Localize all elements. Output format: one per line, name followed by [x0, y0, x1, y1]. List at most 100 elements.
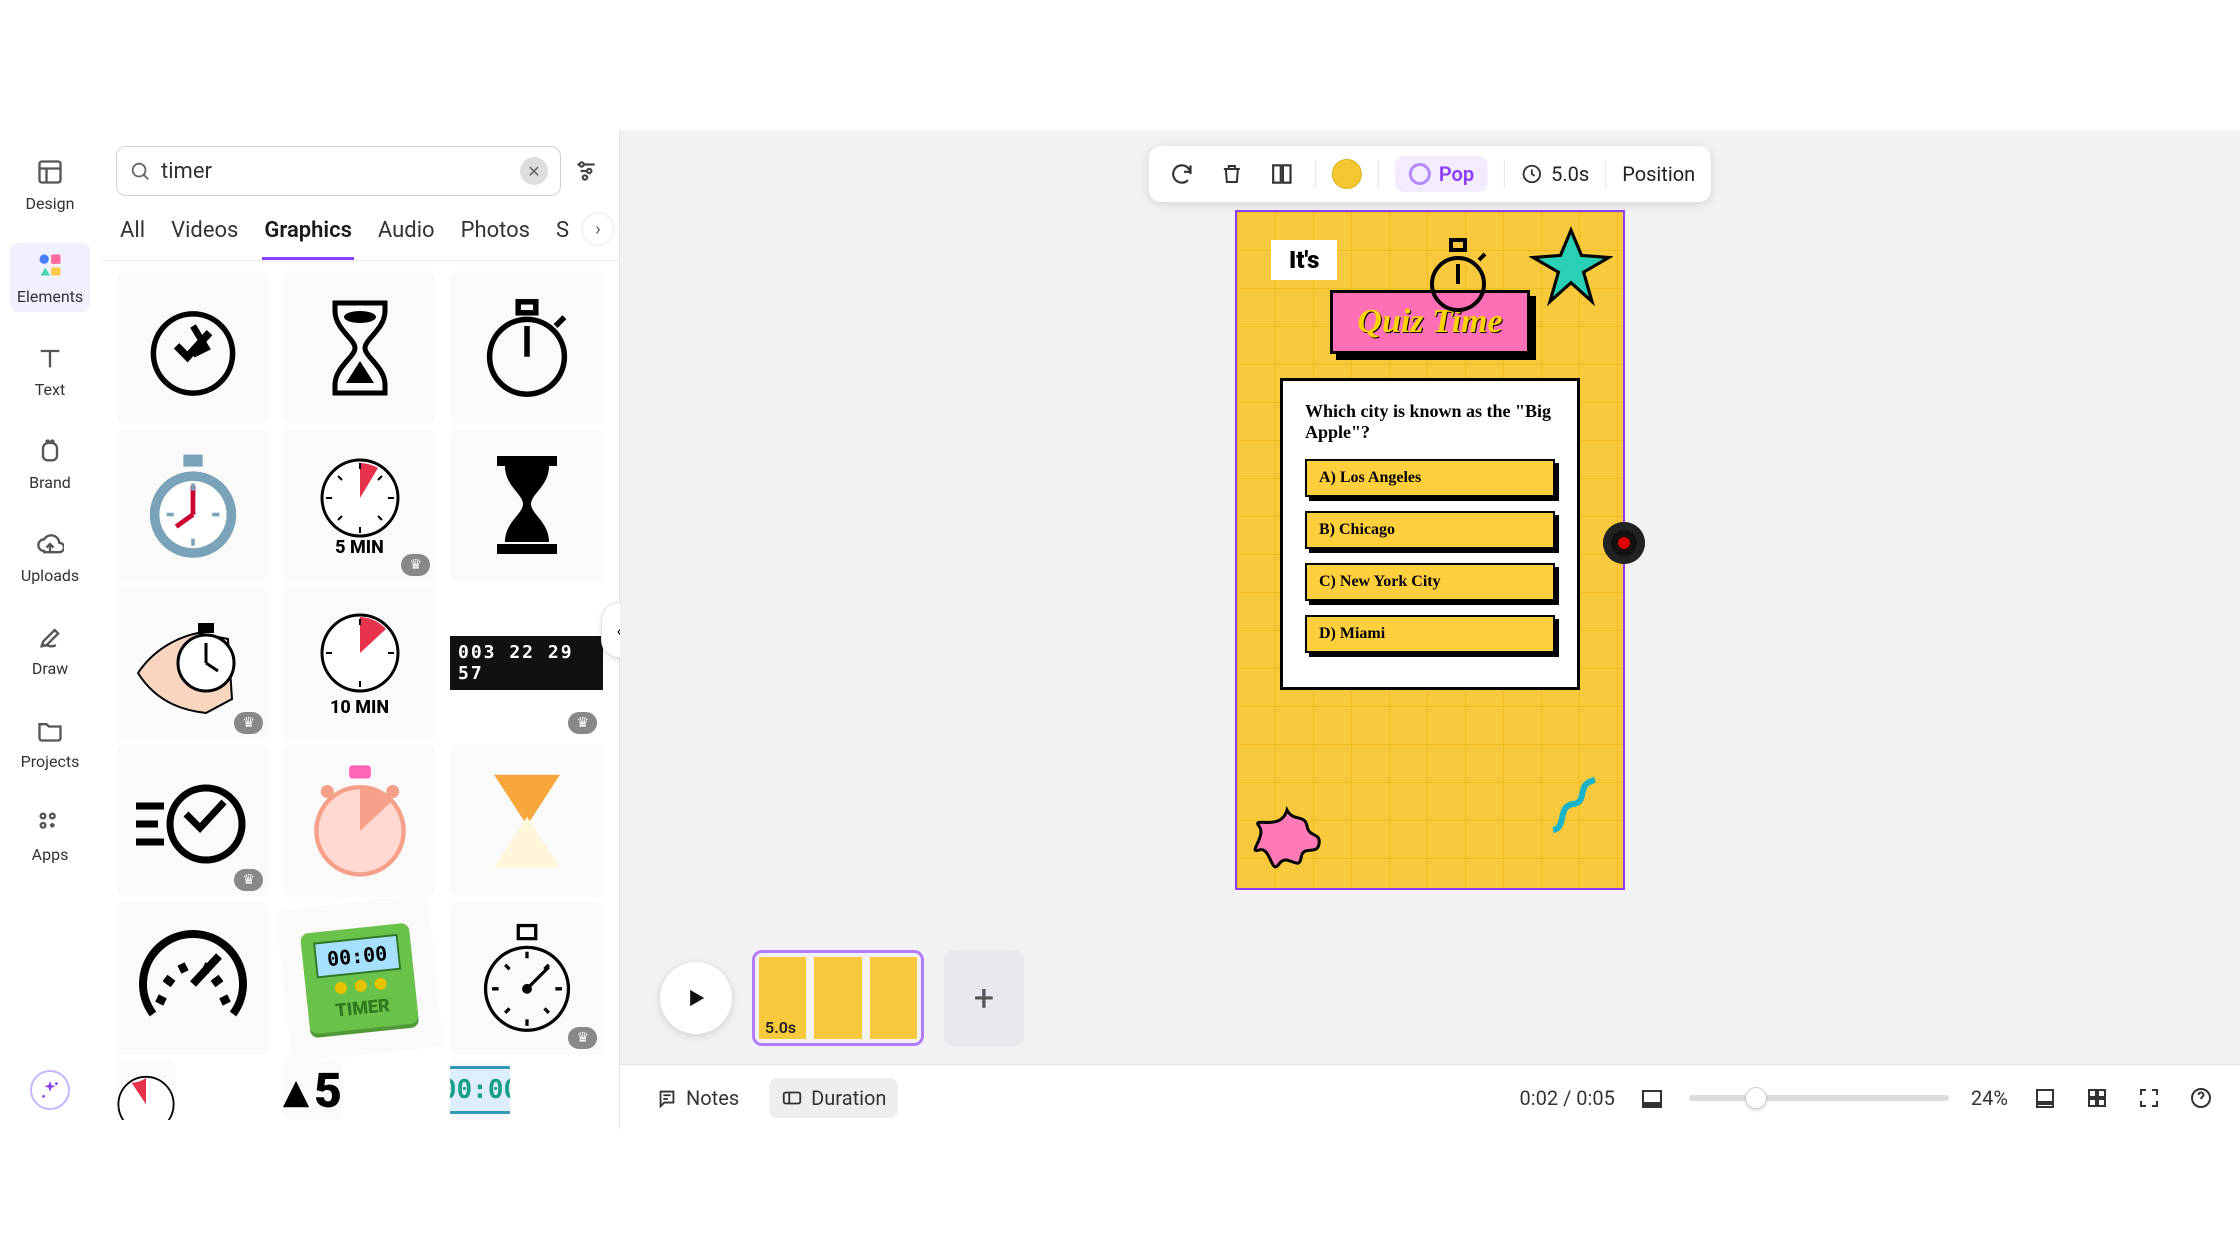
duration-button[interactable]: Duration: [769, 1078, 898, 1118]
playhead-caret-icon: ▾: [833, 950, 842, 956]
animation-name: Pop: [1439, 162, 1474, 186]
duration-icon: [781, 1087, 803, 1109]
nav-label: Elements: [17, 287, 83, 306]
separator: [1315, 160, 1316, 188]
cloud-upload-icon: [34, 528, 66, 560]
notes-button[interactable]: Notes: [644, 1078, 751, 1118]
tab-photos[interactable]: Photos: [459, 212, 532, 260]
premium-badge: ♛: [568, 712, 597, 734]
animation-chip[interactable]: Pop: [1395, 156, 1488, 192]
premium-badge: ♛: [568, 1027, 597, 1049]
graphic-result[interactable]: [450, 744, 603, 897]
timeline: ▾ 5.0s +: [620, 938, 2240, 1058]
clock-icon: [1521, 163, 1543, 185]
trash-icon[interactable]: [1215, 157, 1249, 191]
option-c: C) New York City: [1305, 563, 1555, 601]
graphic-result[interactable]: 00:00 TIMER: [275, 895, 443, 1063]
add-page-button[interactable]: +: [944, 950, 1024, 1046]
nav-draw[interactable]: Draw: [10, 615, 90, 684]
magic-button[interactable]: [30, 1070, 70, 1110]
graphic-label: 5: [314, 1062, 342, 1119]
tabs-scroll-right[interactable]: ›: [583, 214, 613, 244]
question-text: Which city is known as the "Big Apple"?: [1305, 401, 1555, 443]
nav-uploads[interactable]: Uploads: [10, 522, 90, 591]
brand-icon: [34, 435, 66, 467]
graphic-result[interactable]: [450, 429, 603, 582]
graphic-result[interactable]: 003 22 29 57♛: [450, 587, 603, 740]
clear-search-button[interactable]: ✕: [520, 157, 548, 185]
graphic-result[interactable]: 10 MIN: [283, 587, 436, 740]
star-icon: [1529, 226, 1613, 310]
thumbnail-view-icon[interactable]: [1637, 1083, 1667, 1113]
tab-audio[interactable]: Audio: [376, 212, 437, 260]
nav-text[interactable]: Text: [10, 336, 90, 405]
nav-projects[interactable]: Projects: [10, 708, 90, 777]
pencil-icon: [34, 621, 66, 653]
graphic-result[interactable]: 5 MIN♛: [283, 429, 436, 582]
graphic-result[interactable]: ♛: [450, 902, 603, 1055]
graphic-result[interactable]: ♛: [116, 587, 269, 740]
tab-videos[interactable]: Videos: [169, 212, 240, 260]
sparkle-icon: [39, 1079, 61, 1101]
search-box[interactable]: ✕: [116, 146, 561, 196]
design-page[interactable]: It's Quiz Time Which city is known as th…: [1235, 210, 1625, 890]
graphic-result[interactable]: [283, 271, 436, 424]
graphic-result[interactable]: ♛: [116, 744, 269, 897]
animation-ring-icon: [1409, 163, 1431, 185]
segment-thumb: [870, 957, 917, 1039]
color-swatch[interactable]: [1332, 159, 1362, 189]
separator: [1504, 160, 1505, 188]
nav-brand[interactable]: Brand: [10, 429, 90, 498]
intro-label: It's: [1271, 240, 1337, 280]
duration-label: Duration: [811, 1086, 886, 1110]
graphic-label: 00:00: [450, 1066, 510, 1114]
graphic-result[interactable]: [116, 1060, 176, 1120]
graphic-result[interactable]: [116, 902, 269, 1055]
fullscreen-icon[interactable]: [2134, 1083, 2164, 1113]
tab-more[interactable]: S: [554, 212, 571, 260]
position-button[interactable]: Position: [1622, 162, 1695, 186]
option-d: D) Miami: [1305, 615, 1555, 653]
filter-button[interactable]: [569, 154, 603, 188]
graphic-result[interactable]: [116, 271, 269, 424]
premium-badge: ♛: [234, 712, 263, 734]
graphic-result[interactable]: [283, 744, 436, 897]
graphic-result[interactable]: [116, 429, 269, 582]
duplicate-page-icon[interactable]: [1265, 157, 1299, 191]
nav-apps[interactable]: Apps: [10, 801, 90, 870]
graphic-label: TIMER: [334, 995, 390, 1022]
nav-elements[interactable]: Elements: [10, 243, 90, 312]
graphic-label: 00:00: [313, 934, 401, 979]
graphic-result[interactable]: 00:00: [450, 1060, 510, 1120]
layout-icon: [34, 156, 66, 188]
zoom-slider[interactable]: [1689, 1095, 1949, 1101]
option-b: B) Chicago: [1305, 511, 1555, 549]
nav-design[interactable]: Design: [10, 150, 90, 219]
segment-duration: 5.0s: [765, 1018, 796, 1037]
duration-chip[interactable]: 5.0s: [1521, 162, 1589, 186]
splat-icon: [1247, 804, 1327, 874]
slider-thumb[interactable]: [1746, 1088, 1766, 1108]
nav-label: Projects: [21, 752, 80, 771]
search-input[interactable]: [161, 159, 510, 184]
graphic-result[interactable]: [450, 271, 603, 424]
tab-graphics[interactable]: Graphics: [262, 212, 354, 260]
tab-all[interactable]: All: [118, 212, 147, 260]
separator: [1378, 160, 1379, 188]
grid-view-icon[interactable]: [2082, 1083, 2112, 1113]
timecode: 0:02 / 0:05: [1520, 1086, 1615, 1110]
timeline-segment[interactable]: ▾ 5.0s: [752, 950, 924, 1046]
separator: [1605, 160, 1606, 188]
nav-label: Design: [26, 194, 75, 213]
graphic-result[interactable]: ▴5: [283, 1060, 343, 1120]
notes-label: Notes: [686, 1086, 739, 1110]
graphic-label: 5 MIN: [335, 537, 384, 558]
help-icon[interactable]: [2186, 1083, 2216, 1113]
regenerate-icon[interactable]: [1165, 157, 1199, 191]
app-root: Design Elements Text Brand Uploads Draw …: [0, 130, 2240, 1130]
play-button[interactable]: [660, 962, 732, 1034]
page-view-icon[interactable]: [2030, 1083, 2060, 1113]
record-dot-icon: [1603, 522, 1645, 564]
left-nav: Design Elements Text Brand Uploads Draw …: [0, 130, 100, 1130]
nav-label: Uploads: [21, 566, 79, 585]
